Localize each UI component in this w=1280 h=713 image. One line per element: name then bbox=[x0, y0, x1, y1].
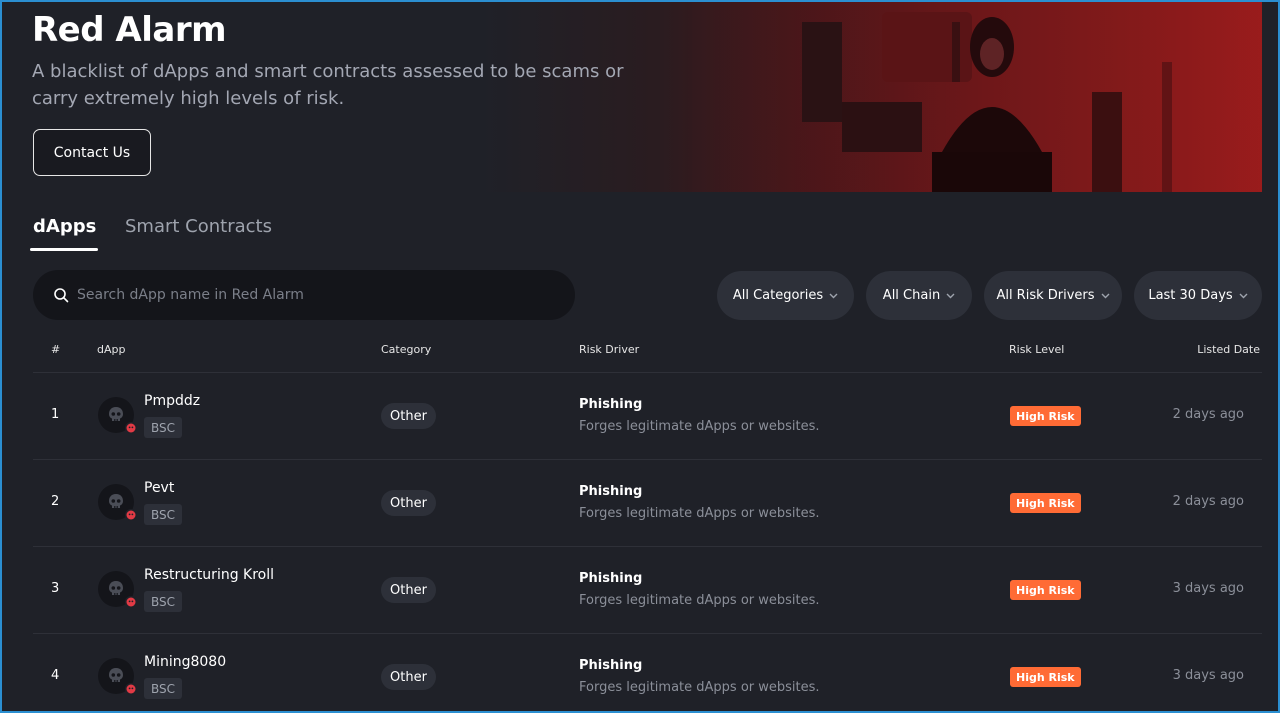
table-row[interactable]: 4 Mining8080 BSC Other Phishing Forges l… bbox=[2, 634, 1262, 711]
active-tab-indicator bbox=[30, 248, 98, 251]
page-title: Red Alarm bbox=[32, 10, 227, 50]
table-row[interactable]: 2 Pevt BSC Other Phishing Forges legitim… bbox=[2, 460, 1262, 546]
chain-tag: BSC bbox=[144, 504, 183, 525]
header-category: Category bbox=[381, 343, 432, 356]
dapp-name[interactable]: Restructuring Kroll bbox=[144, 567, 274, 583]
risk-level-badge: High Risk bbox=[1010, 406, 1081, 426]
listed-date: 3 days ago bbox=[1172, 668, 1244, 683]
header-risk-level: Risk Level bbox=[1009, 343, 1065, 356]
risk-driver-description: Forges legitimate dApps or websites. bbox=[579, 506, 820, 521]
chain-filter-label: All Chain bbox=[882, 288, 941, 303]
chain-filter[interactable]: All Chain bbox=[866, 271, 972, 320]
tab-smart-contracts[interactable]: Smart Contracts bbox=[125, 216, 272, 237]
risk-drivers-filter-label: All Risk Drivers bbox=[996, 288, 1095, 303]
risk-level-badge: High Risk bbox=[1010, 493, 1081, 513]
category-filter[interactable]: All Categories bbox=[717, 271, 854, 320]
risk-driver-title: Phishing bbox=[579, 484, 643, 499]
risk-level-badge: High Risk bbox=[1010, 580, 1081, 600]
chevron-down-icon bbox=[946, 293, 955, 298]
risk-driver-description: Forges legitimate dApps or websites. bbox=[579, 680, 820, 695]
skull-icon bbox=[109, 581, 123, 595]
search-input[interactable] bbox=[77, 287, 537, 303]
danger-skull-icon bbox=[125, 683, 137, 695]
danger-skull-icon bbox=[125, 596, 137, 608]
category-chip: Other bbox=[381, 490, 436, 516]
hero-banner: Red Alarm A blacklist of dApps and smart… bbox=[2, 2, 1262, 192]
tab-dapps[interactable]: dApps bbox=[33, 216, 96, 237]
header-dapp: dApp bbox=[97, 343, 126, 356]
risk-level-badge: High Risk bbox=[1010, 667, 1081, 687]
category-chip: Other bbox=[381, 577, 436, 603]
skull-icon bbox=[109, 494, 123, 508]
danger-skull-icon bbox=[125, 422, 137, 434]
chevron-down-icon bbox=[1239, 293, 1248, 298]
period-filter[interactable]: Last 30 Days bbox=[1134, 271, 1262, 320]
table-row[interactable]: 1 Pmpddz BSC Other Phishing Forges legit… bbox=[2, 373, 1262, 459]
chain-tag: BSC bbox=[144, 678, 183, 699]
header-listed-date: Listed Date bbox=[1197, 343, 1260, 356]
chain-tag: BSC bbox=[144, 417, 183, 438]
chevron-down-icon bbox=[1101, 293, 1110, 298]
header-num: # bbox=[51, 343, 61, 356]
skull-icon bbox=[109, 668, 123, 682]
risk-driver-description: Forges legitimate dApps or websites. bbox=[579, 593, 820, 608]
category-filter-label: All Categories bbox=[732, 288, 824, 303]
app-frame: Red Alarm A blacklist of dApps and smart… bbox=[0, 0, 1280, 713]
search-icon bbox=[54, 288, 69, 303]
period-filter-label: Last 30 Days bbox=[1148, 288, 1233, 303]
row-number: 1 bbox=[51, 407, 60, 422]
dapp-name[interactable]: Mining8080 bbox=[144, 654, 226, 670]
category-chip: Other bbox=[381, 664, 436, 690]
row-number: 2 bbox=[51, 494, 60, 509]
header-risk-driver: Risk Driver bbox=[579, 343, 640, 356]
page-subtitle: A blacklist of dApps and smart contracts… bbox=[32, 61, 624, 109]
chain-tag: BSC bbox=[144, 591, 183, 612]
dapp-name[interactable]: Pmpddz bbox=[144, 393, 200, 409]
danger-skull-icon bbox=[125, 509, 137, 521]
search-bar[interactable] bbox=[33, 270, 575, 320]
risk-drivers-filter[interactable]: All Risk Drivers bbox=[984, 271, 1122, 320]
chevron-down-icon bbox=[829, 293, 838, 298]
listed-date: 2 days ago bbox=[1172, 407, 1244, 422]
risk-driver-description: Forges legitimate dApps or websites. bbox=[579, 419, 820, 434]
skull-icon bbox=[109, 407, 123, 421]
row-number: 3 bbox=[51, 581, 60, 596]
risk-driver-title: Phishing bbox=[579, 571, 643, 586]
contact-us-button[interactable]: Contact Us bbox=[33, 129, 151, 176]
risk-driver-title: Phishing bbox=[579, 397, 643, 412]
listed-date: 2 days ago bbox=[1172, 494, 1244, 509]
dapp-name[interactable]: Pevt bbox=[144, 480, 174, 496]
table-row[interactable]: 3 Restructuring Kroll BSC Other Phishing… bbox=[2, 547, 1262, 633]
category-chip: Other bbox=[381, 403, 436, 429]
hacker-illustration bbox=[692, 2, 1262, 192]
risk-driver-title: Phishing bbox=[579, 658, 643, 673]
listed-date: 3 days ago bbox=[1172, 581, 1244, 596]
row-number: 4 bbox=[51, 668, 60, 683]
